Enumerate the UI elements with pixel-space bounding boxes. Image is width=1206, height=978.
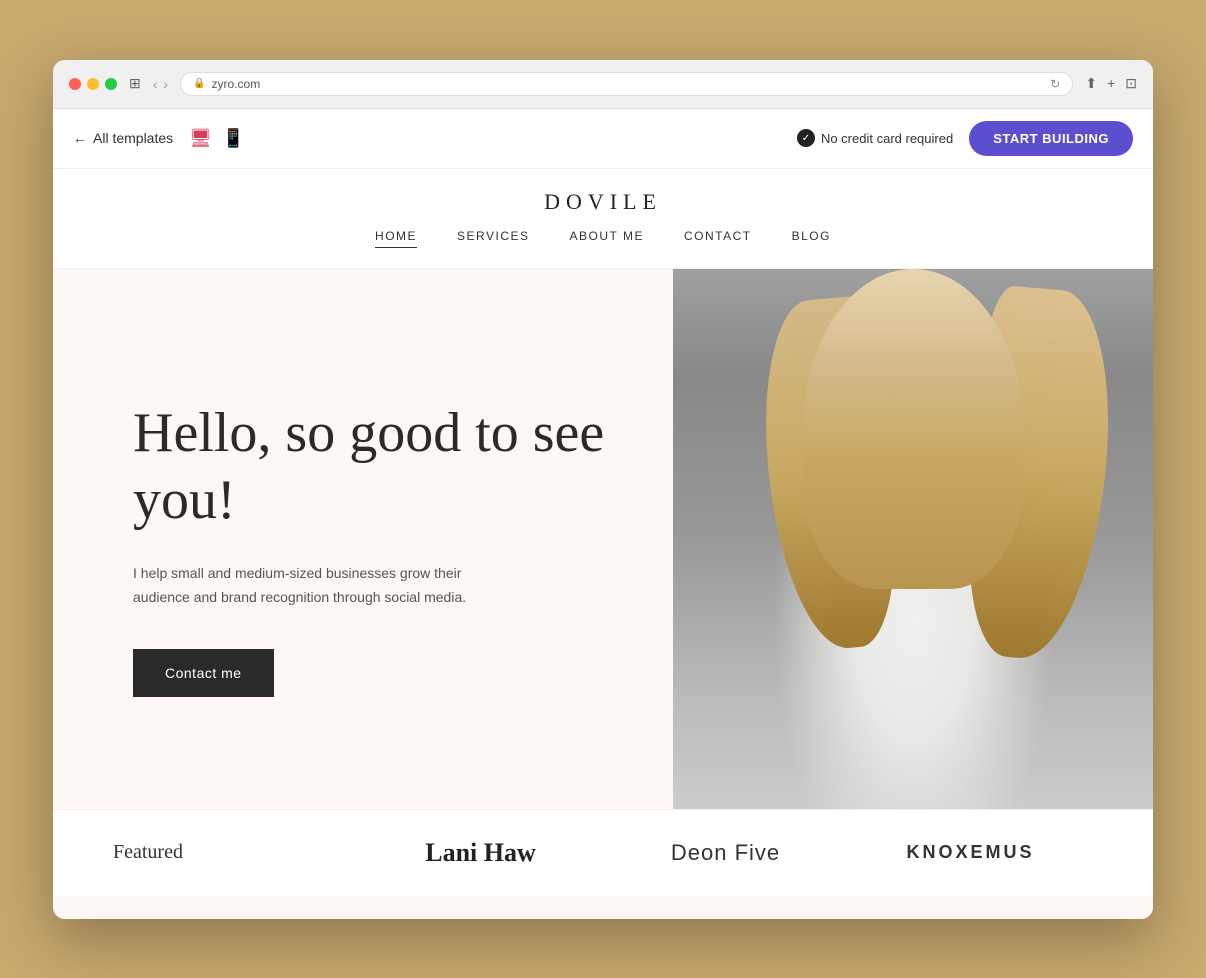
hero-section: Hello, so good to see you! I help small … — [53, 269, 1153, 809]
device-icons: 🖥 📱 — [189, 128, 244, 149]
browser-chrome: ⊞ ‹ › 🔒 zyro.com ↻ ⬆ + ⊡ — [53, 60, 1153, 109]
hero-headline: Hello, so good to see you! — [133, 400, 613, 534]
hero-subtext: I help small and medium-sized businesses… — [133, 562, 493, 610]
back-icon[interactable]: ‹ — [153, 76, 158, 92]
featured-bar: Featured Lani Haw Deon Five KNOXEMUS — [53, 809, 1153, 896]
minimize-button[interactable] — [87, 78, 99, 90]
mobile-icon[interactable]: 📱 — [222, 128, 244, 149]
nav-home[interactable]: HOME — [375, 229, 417, 248]
contact-me-button[interactable]: Contact me — [133, 649, 274, 697]
brand-knoxemus: KNOXEMUS — [848, 842, 1093, 863]
website-preview: DOVILE HOME SERVICES ABOUT ME CONTACT BL… — [53, 169, 1153, 919]
portrait-background — [673, 269, 1153, 809]
reload-icon[interactable]: ↻ — [1050, 77, 1060, 91]
all-templates-label: All templates — [93, 130, 173, 146]
featured-label: Featured — [113, 841, 358, 864]
nav-blog[interactable]: BLOG — [792, 229, 831, 248]
back-arrow-icon: ← — [73, 130, 87, 146]
sidebar-toggle-icon[interactable]: ⊞ — [129, 75, 141, 92]
chrome-actions: ⬆ + ⊡ — [1085, 75, 1137, 92]
no-credit-card-badge: ✓ No credit card required — [797, 129, 953, 147]
forward-icon[interactable]: › — [163, 76, 168, 92]
browser-nav: ‹ › — [153, 76, 168, 92]
hero-image — [673, 269, 1153, 809]
fullscreen-button[interactable] — [105, 78, 117, 90]
close-button[interactable] — [69, 78, 81, 90]
check-icon: ✓ — [797, 129, 815, 147]
no-cc-label: No credit card required — [821, 131, 953, 146]
start-building-button[interactable]: START BUILDING — [969, 121, 1133, 156]
toolbar-right: ✓ No credit card required START BUILDING — [797, 121, 1133, 156]
browser-window: ⊞ ‹ › 🔒 zyro.com ↻ ⬆ + ⊡ ← All templates… — [53, 60, 1153, 919]
site-header: DOVILE HOME SERVICES ABOUT ME CONTACT BL… — [53, 169, 1153, 269]
nav-contact[interactable]: CONTACT — [684, 229, 752, 248]
traffic-lights — [69, 78, 117, 90]
share-icon[interactable]: ⬆ — [1085, 75, 1097, 92]
hero-content: Hello, so good to see you! I help small … — [53, 269, 673, 809]
tab-overview-icon[interactable]: ⊡ — [1125, 75, 1137, 92]
app-toolbar: ← All templates 🖥 📱 ✓ No credit card req… — [53, 109, 1153, 169]
site-logo: DOVILE — [93, 189, 1113, 215]
nav-about[interactable]: ABOUT ME — [570, 229, 644, 248]
site-nav: HOME SERVICES ABOUT ME CONTACT BLOG — [93, 229, 1113, 248]
brand-deon-five: Deon Five — [603, 840, 848, 866]
new-tab-icon[interactable]: + — [1107, 75, 1115, 92]
brand-lani-haw: Lani Haw — [358, 838, 603, 868]
hair-main — [803, 269, 1023, 589]
toolbar-left: ← All templates 🖥 📱 — [73, 128, 244, 149]
all-templates-link[interactable]: ← All templates — [73, 130, 173, 146]
address-bar[interactable]: 🔒 zyro.com ↻ — [180, 72, 1073, 96]
nav-services[interactable]: SERVICES — [457, 229, 529, 248]
url-text: zyro.com — [212, 77, 261, 91]
desktop-icon[interactable]: 🖥 — [189, 128, 212, 149]
lock-icon: 🔒 — [193, 78, 205, 89]
